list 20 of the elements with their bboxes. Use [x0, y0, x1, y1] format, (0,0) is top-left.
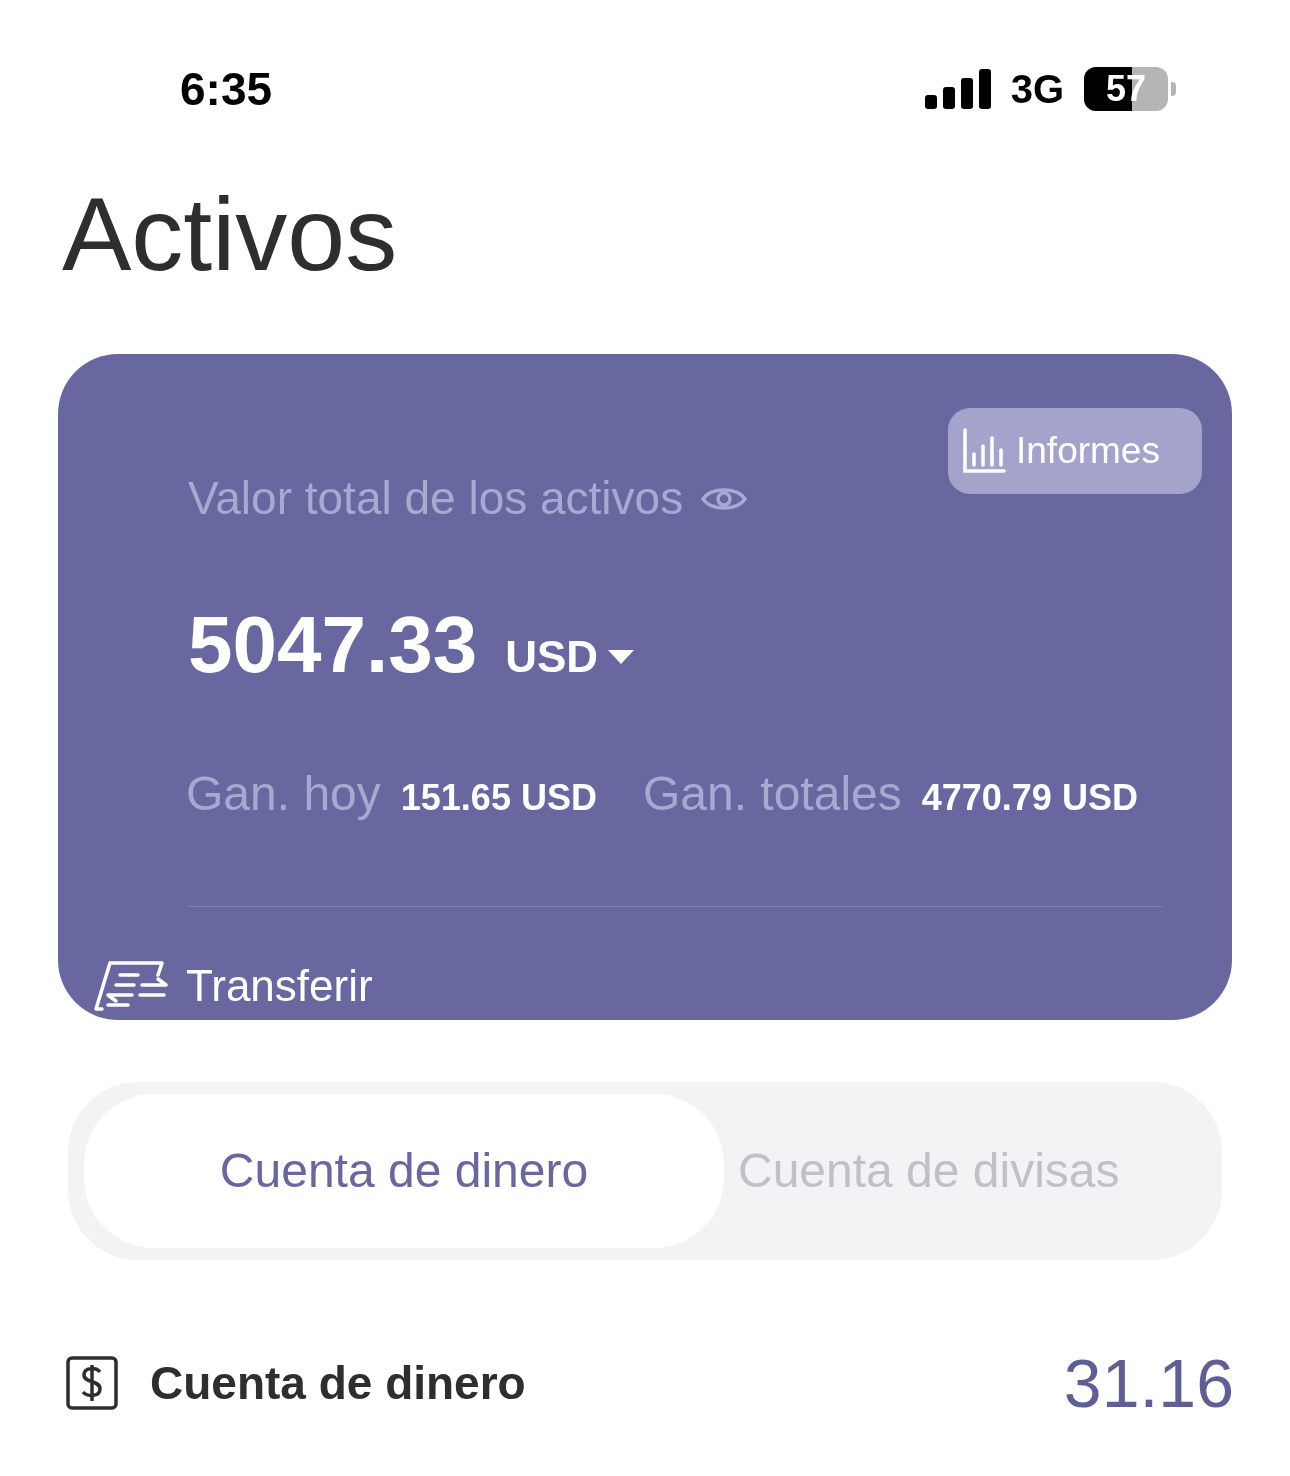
transfer-icon [94, 961, 168, 1011]
account-balance: 31.16 [1063, 1344, 1234, 1423]
gain-value: 151.65 USD [400, 776, 597, 820]
network-label: 3G [1010, 66, 1064, 113]
total-value-label: Valor total de los activos [188, 471, 684, 526]
battery-cap-icon [1171, 82, 1176, 96]
caret-down-icon [606, 648, 637, 666]
transfer-button[interactable]: Transferir [94, 953, 373, 1019]
gain-value: 4770.79 USD [921, 776, 1138, 820]
bar-chart-icon [962, 428, 1006, 474]
gain-label: Gan. totales [642, 766, 902, 822]
gain-label: Gan. hoy [186, 766, 381, 822]
status-time: 6:35 [180, 61, 273, 117]
page-title: Activos [61, 182, 398, 286]
account-tab[interactable]: Cuenta de dinero [84, 1094, 724, 1248]
currency-selector[interactable]: USD [505, 624, 637, 690]
signal-icon [924, 69, 991, 109]
total-amount: 5047.33 [188, 605, 478, 685]
account-name: Cuenta de dinero [150, 1355, 526, 1411]
dollar-document-icon [66, 1356, 118, 1410]
